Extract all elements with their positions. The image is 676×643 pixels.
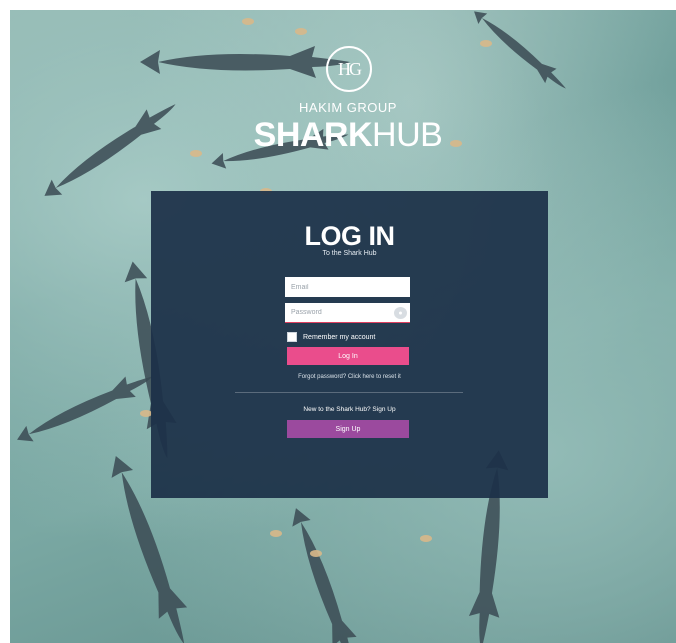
logo-monogram: HG [338, 58, 362, 79]
remember-account[interactable]: Remember my account [287, 332, 375, 342]
signup-button[interactable]: Sign Up [287, 420, 409, 438]
leaf-decoration [242, 18, 254, 25]
leaf-decoration [295, 28, 307, 35]
leaf-decoration [270, 530, 282, 537]
email-field[interactable] [285, 277, 410, 297]
leaf-decoration [310, 550, 322, 557]
divider [235, 392, 463, 393]
forgot-password-link[interactable]: Forgot password? Click here to reset it [151, 374, 548, 380]
show-password-icon[interactable]: ● [394, 307, 407, 319]
brand-subtitle: HAKIM GROUP [299, 100, 397, 115]
signup-prompt-link[interactable]: New to the Shark Hub? Sign Up [151, 406, 548, 413]
brand-title: SHARKHUB [0, 115, 676, 155]
shark-illustration [292, 508, 357, 643]
page-subtitle: To the Shark Hub [322, 250, 377, 257]
remember-label: Remember my account [303, 333, 376, 341]
brand-logo: HG [326, 46, 372, 92]
remember-checkbox[interactable] [287, 332, 297, 342]
login-button[interactable]: Log In [287, 347, 409, 365]
shark-illustration [140, 46, 350, 78]
page-title: LOG IN [304, 221, 396, 251]
leaf-decoration [480, 40, 492, 47]
shark-illustration [474, 11, 566, 89]
leaf-decoration [420, 535, 432, 542]
password-field[interactable] [285, 303, 410, 323]
brand-title-bold: SHARK [253, 116, 373, 154]
brand-title-rest: HUB [372, 116, 443, 154]
login-panel: LOG IN To the Shark Hub ● Remember my ac… [151, 191, 548, 498]
